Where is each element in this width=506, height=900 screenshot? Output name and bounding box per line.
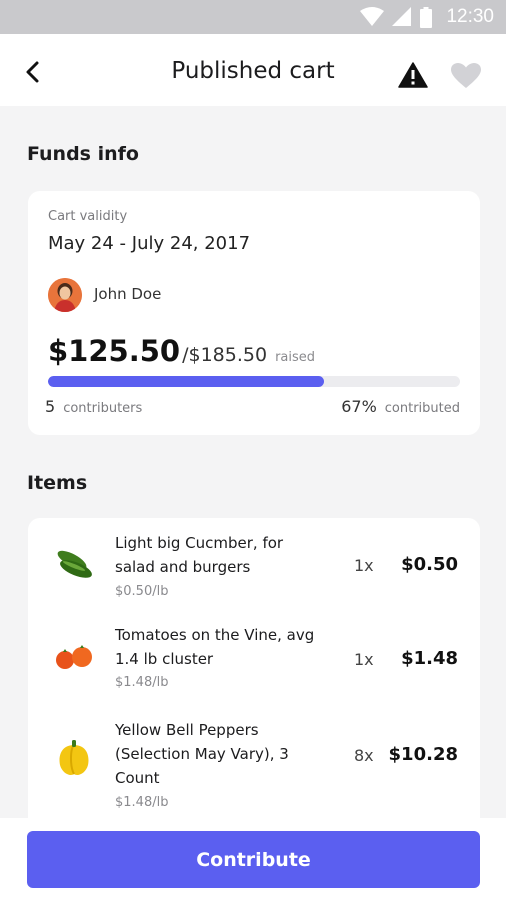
item-quantity: 1x bbox=[354, 556, 374, 575]
item-quantity: 8x bbox=[354, 746, 374, 765]
item-unit-price: $1.48/lb bbox=[115, 795, 169, 810]
item-name: Light big Cucmber, for salad and burgers bbox=[115, 534, 284, 576]
status-time: 12:30 bbox=[446, 6, 494, 27]
contributors-stat: 5 contributers bbox=[45, 397, 142, 416]
contributors-count: 5 bbox=[45, 397, 56, 416]
app-header: Published cart bbox=[0, 34, 506, 106]
items-heading: Items bbox=[27, 472, 88, 494]
avatar[interactable] bbox=[48, 278, 82, 312]
contributed-label: contributed bbox=[384, 401, 460, 416]
item-price: $0.50 bbox=[401, 554, 458, 575]
funds-info-heading: Funds info bbox=[27, 143, 139, 165]
raised-label: raised bbox=[275, 350, 316, 365]
contributors-label: contributers bbox=[63, 401, 143, 416]
item-quantity: 1x bbox=[354, 650, 374, 669]
funds-card: Cart validity May 24 - July 24, 2017 Joh… bbox=[28, 191, 480, 435]
warning-icon[interactable] bbox=[398, 62, 428, 88]
published-cart-screen: 12:30 Published cart Funds info Cart val… bbox=[0, 0, 506, 900]
heart-icon[interactable] bbox=[451, 63, 481, 89]
battery-icon bbox=[420, 6, 433, 28]
contributed-percent: 67% bbox=[341, 397, 377, 416]
page-title: Published cart bbox=[171, 58, 335, 84]
item-price: $10.28 bbox=[388, 744, 458, 765]
funding-progress-fill bbox=[48, 376, 325, 387]
contributed-stat: 67% contributed bbox=[341, 397, 460, 416]
item-name: Yellow Bell Peppers (Selection May Vary)… bbox=[115, 721, 289, 787]
signal-icon bbox=[392, 7, 412, 26]
bottom-action-bar: Contribute bbox=[0, 818, 506, 900]
funding-progress-bar bbox=[48, 376, 460, 387]
yellow-pepper-image bbox=[52, 739, 96, 779]
wifi-icon bbox=[360, 7, 385, 26]
item-price: $1.48 bbox=[401, 648, 458, 669]
item-unit-price: $1.48/lb bbox=[115, 675, 169, 690]
cart-validity-dates: May 24 - July 24, 2017 bbox=[48, 233, 251, 254]
items-card: Light big Cucmber, for salad and burgers… bbox=[28, 518, 480, 848]
contribute-button[interactable]: Contribute bbox=[27, 831, 480, 888]
owner-name: John Doe bbox=[94, 285, 162, 303]
cucumber-image bbox=[52, 545, 96, 585]
raised-amount: $125.50 bbox=[48, 334, 181, 368]
cart-validity-label: Cart validity bbox=[48, 209, 128, 224]
item-unit-price: $0.50/lb bbox=[115, 584, 169, 599]
status-bar: 12:30 bbox=[0, 0, 506, 34]
amount-row: $125.50 /$185.50 raised bbox=[48, 334, 315, 368]
tomatoes-image bbox=[52, 639, 96, 679]
item-name: Tomatoes on the Vine, avg 1.4 lb cluster bbox=[115, 626, 315, 668]
goal-amount: /$185.50 bbox=[182, 344, 268, 366]
